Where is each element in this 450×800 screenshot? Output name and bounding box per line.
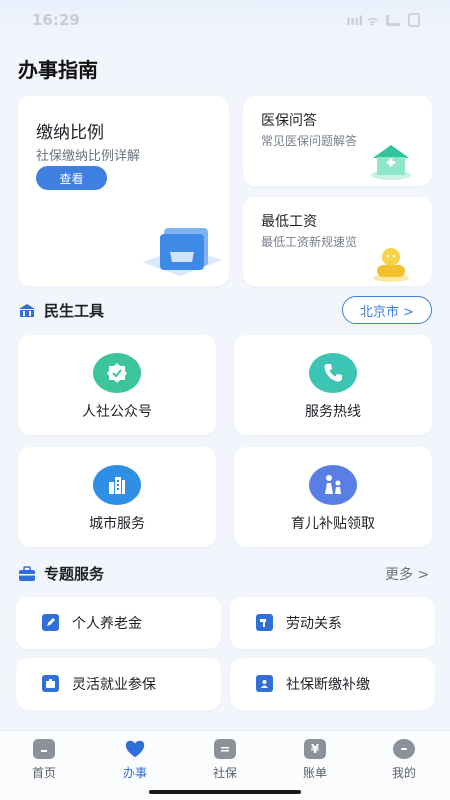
service-label: 社保断缴补缴 xyxy=(286,677,370,693)
tool-label: 城市服务 xyxy=(89,516,145,532)
pencil-icon xyxy=(42,614,59,631)
minimum-wage-card[interactable]: 最低工资 最低工资新规速览 xyxy=(243,197,432,286)
tab-home[interactable]: 首页 xyxy=(14,739,74,781)
tool-wechat-official[interactable]: 人社公众号 xyxy=(18,335,216,435)
battery-icon xyxy=(408,13,420,27)
service-label: 劳动关系 xyxy=(286,616,342,632)
tab-social-security[interactable]: 社保 xyxy=(195,739,255,781)
folder-illustration-icon xyxy=(142,228,222,276)
view-button[interactable]: 查看 xyxy=(36,166,107,190)
special-section-title: 专题服务 xyxy=(44,565,105,583)
medical-qa-title: 医保问答 xyxy=(261,113,317,129)
tools-section-title: 民生工具 xyxy=(44,302,105,320)
page-title: 办事指南 xyxy=(18,58,98,82)
person-coin-icon xyxy=(373,248,409,282)
tool-city-service[interactable]: 城市服务 xyxy=(18,447,216,547)
status-time: 16:29 xyxy=(32,11,80,29)
home-icon xyxy=(33,739,55,759)
tab-profile[interactable]: 我的 xyxy=(374,739,434,781)
service-label: 灵活就业参保 xyxy=(72,677,156,693)
tool-label: 服务热线 xyxy=(305,404,361,420)
service-arrears-makeup[interactable]: 社保断缴补缴 xyxy=(230,658,435,710)
clinic-house-icon xyxy=(371,145,411,180)
briefcase-icon xyxy=(42,675,59,692)
chat-user-icon xyxy=(393,739,415,759)
tab-label: 我的 xyxy=(391,766,416,780)
shield-user-icon xyxy=(256,675,273,692)
status-indicators: ıııl ᯤ xyxy=(346,12,420,29)
service-labor-relations[interactable]: 劳动关系 xyxy=(230,597,435,649)
hammer-icon xyxy=(256,614,273,631)
phone-icon xyxy=(309,353,357,393)
tab-label: 首页 xyxy=(31,766,56,780)
tab-label: 社保 xyxy=(212,766,237,780)
tool-childcare-subsidy[interactable]: 育儿补贴领取 xyxy=(234,447,432,547)
city-selector[interactable]: 北京市 > xyxy=(342,296,432,324)
heart-icon xyxy=(124,739,146,759)
medical-qa-subtitle: 常见医保问题解答 xyxy=(261,134,358,148)
network-label: ıııl ᯤ xyxy=(346,13,378,28)
tab-label: 办事 xyxy=(122,766,147,780)
contribution-subtitle: 社保缴纳比例详解 xyxy=(36,149,141,164)
tool-label: 育儿补贴领取 xyxy=(291,516,375,532)
toolbox-icon xyxy=(19,565,35,581)
min-wage-title: 最低工资 xyxy=(261,214,317,230)
min-wage-subtitle: 最低工资新规速览 xyxy=(261,235,358,249)
yuan-icon: ¥ xyxy=(304,739,326,759)
tools-section-header: 民生工具 xyxy=(18,300,104,321)
tab-bills[interactable]: ¥ 账单 xyxy=(285,739,345,781)
family-icon xyxy=(309,465,357,505)
medical-qa-card[interactable]: 医保问答 常见医保问题解答 xyxy=(243,96,432,186)
home-indicator xyxy=(149,790,301,794)
tool-label: 人社公众号 xyxy=(82,404,152,420)
contribution-title: 缴纳比例 xyxy=(36,123,104,143)
more-link[interactable]: 更多 > xyxy=(385,564,429,584)
building-icon xyxy=(93,465,141,505)
government-building-icon xyxy=(19,303,35,317)
status-bar: 16:29 ıııl ᯤ xyxy=(0,0,450,40)
special-section-header: 专题服务 xyxy=(18,563,104,584)
service-flexible-employment[interactable]: 灵活就业参保 xyxy=(16,658,221,710)
service-label: 个人养老金 xyxy=(72,616,142,632)
service-personal-pension[interactable]: 个人养老金 xyxy=(16,597,221,649)
tab-services[interactable]: 办事 xyxy=(105,739,165,781)
tab-label: 账单 xyxy=(302,766,327,780)
check-badge-icon xyxy=(93,353,141,393)
tool-service-hotline[interactable]: 服务热线 xyxy=(234,335,432,435)
contribution-ratio-card[interactable]: 缴纳比例 社保缴纳比例详解 查看 xyxy=(18,96,229,286)
card-icon xyxy=(214,739,236,759)
signal-icon xyxy=(386,14,400,26)
